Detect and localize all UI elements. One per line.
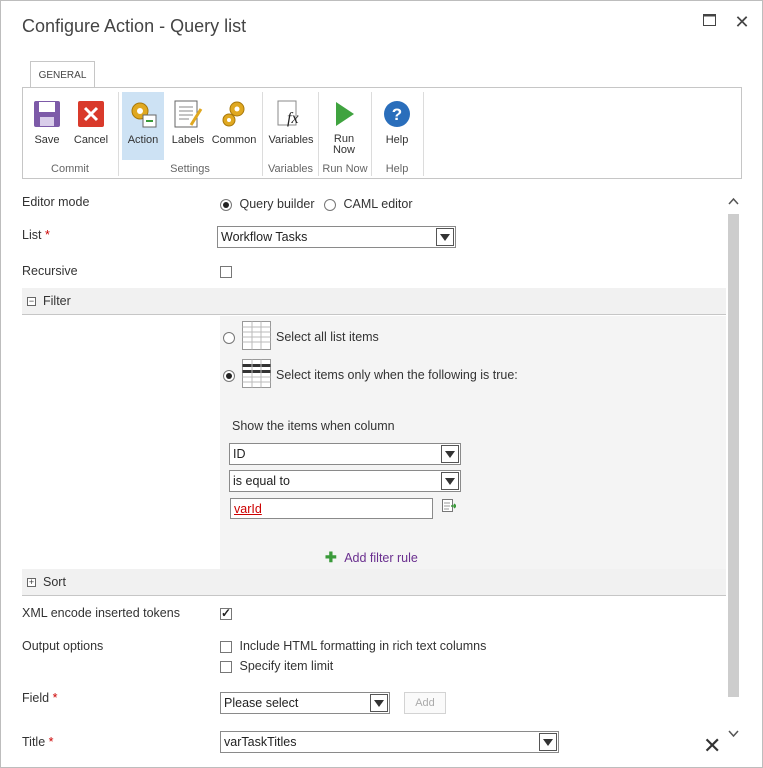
sort-title: Sort <box>43 575 66 589</box>
table-icon <box>242 321 272 354</box>
caml-editor-radio[interactable] <box>324 198 337 211</box>
chevron-down-icon <box>436 228 454 246</box>
group-run-now: Run Now <box>322 163 368 175</box>
field-select[interactable]: Please select <box>220 692 390 714</box>
help-label: Help <box>385 134 409 146</box>
close-dialog-icon[interactable]: ✕ <box>731 11 753 33</box>
form-scrollbar[interactable] <box>726 189 741 744</box>
chevron-down-icon <box>539 733 557 751</box>
scroll-down-icon[interactable] <box>728 727 739 741</box>
query-builder-radio[interactable] <box>220 198 232 211</box>
list-select[interactable]: Workflow Tasks <box>217 226 456 248</box>
chevron-down-icon <box>441 472 459 490</box>
common-button[interactable]: Common <box>211 92 257 150</box>
add-field-button[interactable]: Add <box>404 692 446 714</box>
svg-text:fx: fx <box>287 110 299 127</box>
select-filtered-radio[interactable] <box>223 370 235 382</box>
chevron-down-icon <box>441 445 459 463</box>
cancel-label: Cancel <box>73 134 109 146</box>
play-icon <box>328 98 360 130</box>
title-field-select[interactable]: varTaskTitles <box>220 731 559 753</box>
cancel-icon <box>75 98 107 130</box>
dialog-title: Configure Action - Query list <box>22 16 247 36</box>
query-builder-label: Query builder <box>239 197 315 211</box>
form-area: Editor mode Query builder CAML editor Li… <box>22 179 726 754</box>
add-filter-rule-label: Add filter rule <box>344 551 418 565</box>
caml-editor-label: CAML editor <box>343 197 413 211</box>
labels-label: Labels <box>171 134 205 146</box>
sort-section-header[interactable]: + Sort <box>22 569 726 596</box>
filter-panel: Select all list items Select items only … <box>220 316 726 569</box>
function-fx-icon: fx <box>275 98 307 130</box>
scrollbar-thumb[interactable] <box>728 214 739 697</box>
operator-select[interactable]: is equal to <box>229 470 461 492</box>
insert-reference-icon[interactable] <box>442 499 458 516</box>
variables-label: Variables <box>268 134 314 146</box>
filter-section-header[interactable]: − Filter <box>22 288 726 315</box>
group-help: Help <box>385 163 409 175</box>
recursive-checkbox[interactable] <box>220 266 232 278</box>
editor-mode-label: Editor mode <box>22 195 90 209</box>
recursive-label: Recursive <box>22 264 78 278</box>
item-limit-option: Specify item limit <box>220 659 333 673</box>
common-label: Common <box>211 134 257 146</box>
item-limit-label: Specify item limit <box>239 659 334 673</box>
editor-mode-options: Query builder CAML editor <box>220 197 413 211</box>
list-label: List * <box>22 228 50 242</box>
include-html-checkbox[interactable] <box>220 640 232 653</box>
run-now-button[interactable]: Run Now <box>322 92 366 156</box>
variables-button[interactable]: fx Variables <box>266 92 316 150</box>
save-icon <box>31 98 63 130</box>
chevron-down-icon <box>370 694 388 712</box>
title-field-label: Title * <box>22 735 54 749</box>
filter-title: Filter <box>43 294 71 308</box>
filtered-table-icon <box>242 359 272 392</box>
action-gear-icon <box>127 98 159 130</box>
common-gears-icon <box>218 98 250 130</box>
xml-encode-checkbox[interactable] <box>220 606 232 620</box>
cancel-button[interactable]: Cancel <box>71 92 111 150</box>
include-html-label: Include HTML formatting in rich text col… <box>239 639 487 653</box>
item-limit-checkbox[interactable] <box>220 660 232 673</box>
plus-icon: ✚ <box>325 549 337 565</box>
include-html-option: Include HTML formatting in rich text col… <box>220 639 486 653</box>
ribbon: Save Cancel Commit Action Labels Common … <box>22 87 742 179</box>
save-button[interactable]: Save <box>29 92 65 150</box>
xml-encode-label: XML encode inserted tokens <box>22 606 180 620</box>
show-items-label: Show the items when column <box>232 419 395 433</box>
select-all-label: Select all list items <box>276 330 379 344</box>
configure-action-dialog: Configure Action - Query list ✕ GENERAL … <box>0 0 763 768</box>
group-commit: Commit <box>51 163 89 175</box>
labels-icon <box>172 98 204 130</box>
now-label: Now <box>332 144 355 156</box>
remove-field-icon[interactable]: ✕ <box>703 733 721 759</box>
help-button[interactable]: ? Help <box>375 92 419 150</box>
scroll-up-icon[interactable] <box>728 194 739 208</box>
group-variables: Variables <box>267 163 314 175</box>
filter-value-input[interactable]: varId <box>230 498 433 519</box>
tab-general[interactable]: GENERAL <box>30 61 95 88</box>
group-settings: Settings <box>170 163 210 175</box>
action-label: Action <box>127 134 159 146</box>
save-label: Save <box>34 134 60 146</box>
collapse-icon[interactable]: − <box>27 297 36 306</box>
column-select[interactable]: ID <box>229 443 461 465</box>
labels-button[interactable]: Labels <box>168 92 208 150</box>
output-options-label: Output options <box>22 639 104 653</box>
ribbon-divider <box>423 92 424 176</box>
select-filtered-label: Select items only when the following is … <box>276 368 518 382</box>
maximize-icon[interactable] <box>698 11 720 33</box>
expand-icon[interactable]: + <box>27 578 36 587</box>
action-button[interactable]: Action <box>122 92 164 160</box>
add-filter-rule-link[interactable]: ✚ Add filter rule <box>325 549 418 566</box>
field-label: Field * <box>22 691 58 705</box>
svg-text:?: ? <box>392 105 402 124</box>
select-all-radio[interactable] <box>223 332 235 344</box>
help-icon: ? <box>381 98 413 130</box>
